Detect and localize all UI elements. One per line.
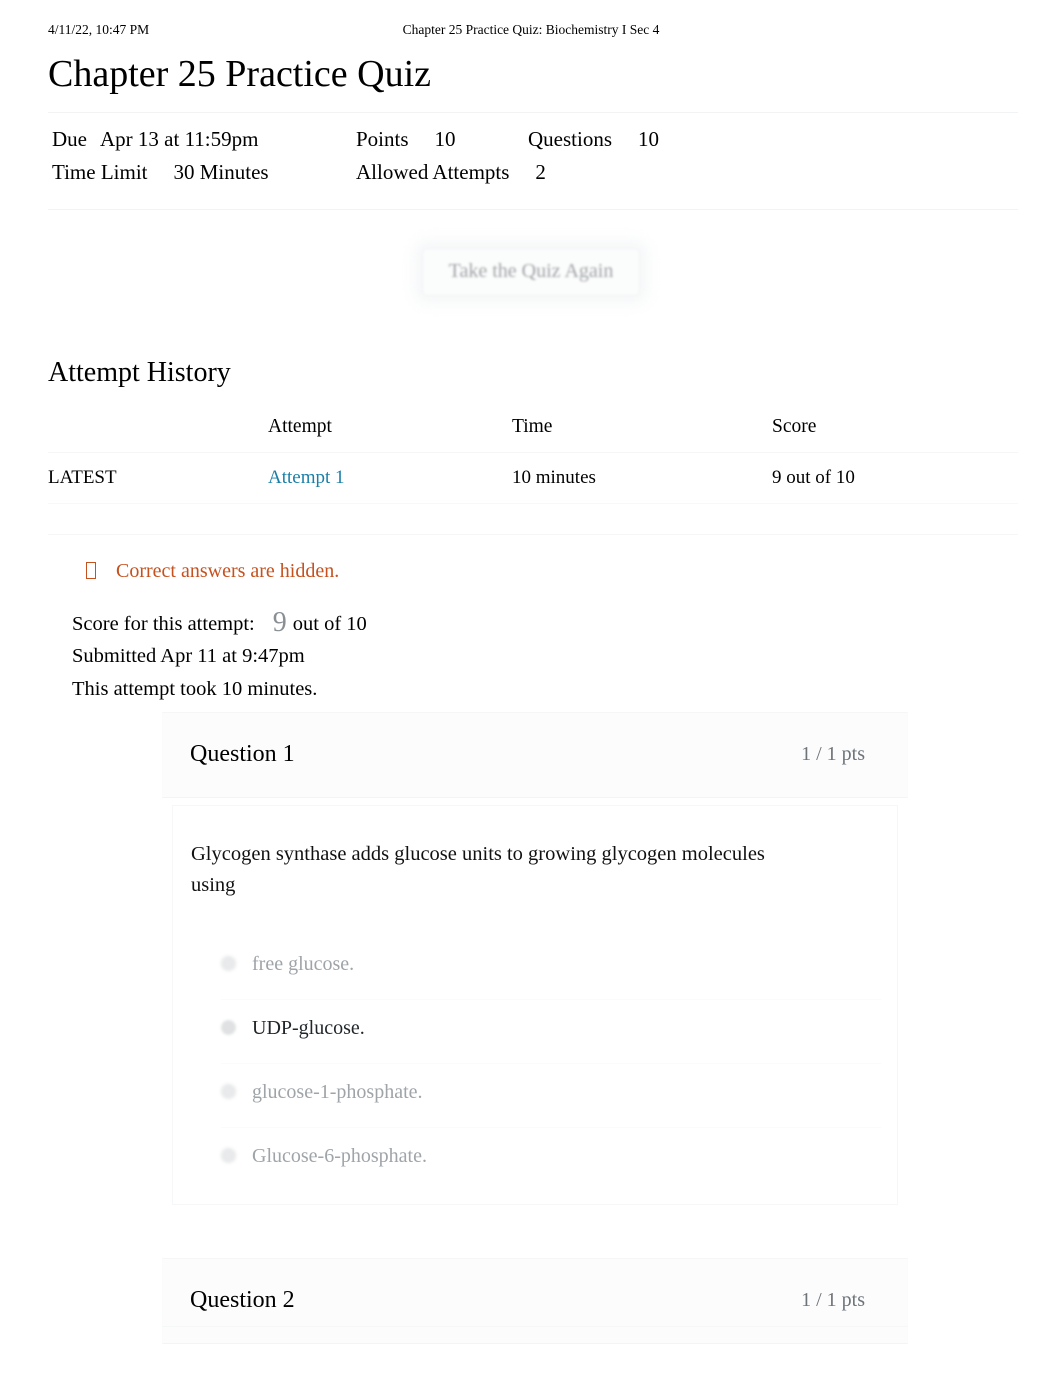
- question-2-header: Question 2 1 / 1 pts: [162, 1258, 908, 1344]
- answer-option-2-label: UDP-glucose.: [252, 1017, 365, 1039]
- question-2-divider: [162, 1326, 908, 1327]
- submitted-line: Submitted Apr 11 at 9:47pm: [72, 645, 305, 667]
- attempt-history-heading: Attempt History: [48, 357, 231, 388]
- attempt-history-thead: Attempt Time Score: [48, 412, 1018, 453]
- table-row: LATEST Attempt 1 10 minutes 9 out of 10: [48, 453, 1018, 504]
- column-header-time: Time: [512, 412, 772, 453]
- questions-group: Questions 10: [528, 127, 659, 152]
- row-score-cell: 9 out of 10: [772, 467, 855, 488]
- quiz-details-row-2: Time Limit 30 Minutes Allowed Attempts 2: [48, 160, 1018, 193]
- question-1-points: 1 / 1 pts: [801, 743, 865, 765]
- allowed-attempts-value: 2: [535, 160, 546, 184]
- question-1-answers: free glucose. UDP-glucose. glucose-1-pho…: [221, 936, 881, 1191]
- answer-option-4-label: Glucose-6-phosphate.: [252, 1145, 427, 1167]
- radio-button-icon[interactable]: [221, 956, 236, 971]
- score-suffix: out of 10: [292, 613, 367, 635]
- row-attempt-cell: Attempt 1: [268, 453, 512, 504]
- attempt-history-header-row: Attempt Time Score: [48, 412, 1018, 453]
- answer-option-3-label: glucose-1-phosphate.: [252, 1081, 423, 1103]
- question-card-1: Question 1 1 / 1 pts Glycogen synthase a…: [162, 712, 908, 1208]
- question-1-header: Question 1 1 / 1 pts: [162, 712, 908, 798]
- due-value: Apr 13 at 11:59pm: [100, 127, 259, 151]
- table-row-spacer: [48, 503, 1018, 535]
- attempt-1-link[interactable]: Attempt 1: [268, 467, 345, 488]
- spacer-cell-1: [268, 503, 512, 535]
- column-header-marker: [48, 412, 268, 453]
- page-title: Chapter 25 Practice Quiz: [48, 53, 432, 95]
- time-limit-value: 30 Minutes: [173, 160, 269, 184]
- due-group: Due Apr 13 at 11:59pm: [52, 127, 258, 152]
- hidden-answers-notice: Correct answers are hidden.: [86, 560, 339, 583]
- allowed-attempts-label: Allowed Attempts: [356, 160, 510, 184]
- retake-button-container: Take the Quiz Again: [0, 248, 1062, 296]
- quiz-details-box: Due Apr 13 at 11:59pm Points 10 Questions 1…: [48, 112, 1018, 210]
- quiz-details-row-1: Due Apr 13 at 11:59pm Points 10 Questions 1…: [48, 127, 1018, 160]
- attempt-history-table: Attempt Time Score LATEST Attempt 1 10 m…: [48, 412, 1018, 535]
- score-summary: Score for this attempt: 9 out of 10 Submit…: [72, 608, 367, 705]
- print-header: 4/11/22, 10:47 PM Chapter 25 Practice Qu…: [0, 22, 1062, 42]
- radio-button-icon[interactable]: [221, 1020, 236, 1035]
- print-page-title: Chapter 25 Practice Quiz: Biochemistry I…: [402, 22, 660, 37]
- row-marker-latest: LATEST: [48, 467, 117, 488]
- spacer-cell-0: [48, 503, 268, 535]
- allowed-attempts-group: Allowed Attempts 2: [356, 160, 546, 185]
- time-limit-group: Time Limit 30 Minutes: [52, 160, 269, 185]
- attempt-history-tbody: LATEST Attempt 1 10 minutes 9 out of 10: [48, 453, 1018, 535]
- question-1-title: Question 1: [190, 741, 295, 767]
- question-2-title: Question 2: [190, 1287, 295, 1313]
- row-time-cell: 10 minutes: [512, 467, 596, 488]
- points-value: 10: [434, 127, 456, 151]
- answer-option-1[interactable]: free glucose.: [221, 936, 881, 1000]
- spacer-cell-3: [772, 503, 1018, 535]
- question-card-2: Question 2 1 / 1 pts: [162, 1258, 908, 1377]
- points-label: Points: [356, 127, 409, 151]
- column-header-attempt: Attempt: [268, 412, 512, 453]
- due-label: Due: [52, 127, 87, 151]
- take-quiz-again-button[interactable]: Take the Quiz Again: [421, 248, 641, 296]
- answer-option-3[interactable]: glucose-1-phosphate.: [221, 1064, 881, 1128]
- radio-button-icon[interactable]: [221, 1084, 236, 1099]
- question-1-text: Glycogen synthase adds glucose units to …: [191, 843, 765, 896]
- eye-slash-icon: [86, 562, 96, 579]
- score-for-attempt-line: Score for this attempt: 9 out of 10: [72, 608, 367, 639]
- answer-option-2[interactable]: UDP-glucose.: [221, 1000, 881, 1064]
- question-2-points: 1 / 1 pts: [801, 1289, 865, 1311]
- column-header-score: Score: [772, 412, 1018, 453]
- answer-option-1-label: free glucose.: [252, 953, 355, 975]
- radio-button-icon[interactable]: [221, 1148, 236, 1163]
- questions-label: Questions: [528, 127, 612, 151]
- hidden-answers-text: Correct answers are hidden.: [116, 560, 340, 582]
- score-label: Score for this attempt:: [72, 613, 255, 635]
- question-1-body: Glycogen synthase adds glucose units to …: [172, 805, 898, 1205]
- spacer-cell-2: [512, 503, 772, 535]
- points-group: Points 10: [356, 127, 456, 152]
- answer-option-4[interactable]: Glucose-6-phosphate.: [221, 1128, 881, 1191]
- score-value: 9: [272, 607, 287, 638]
- duration-line: This attempt took 10 minutes.: [72, 678, 318, 700]
- time-limit-label: Time Limit: [52, 160, 148, 184]
- questions-value: 10: [638, 127, 659, 151]
